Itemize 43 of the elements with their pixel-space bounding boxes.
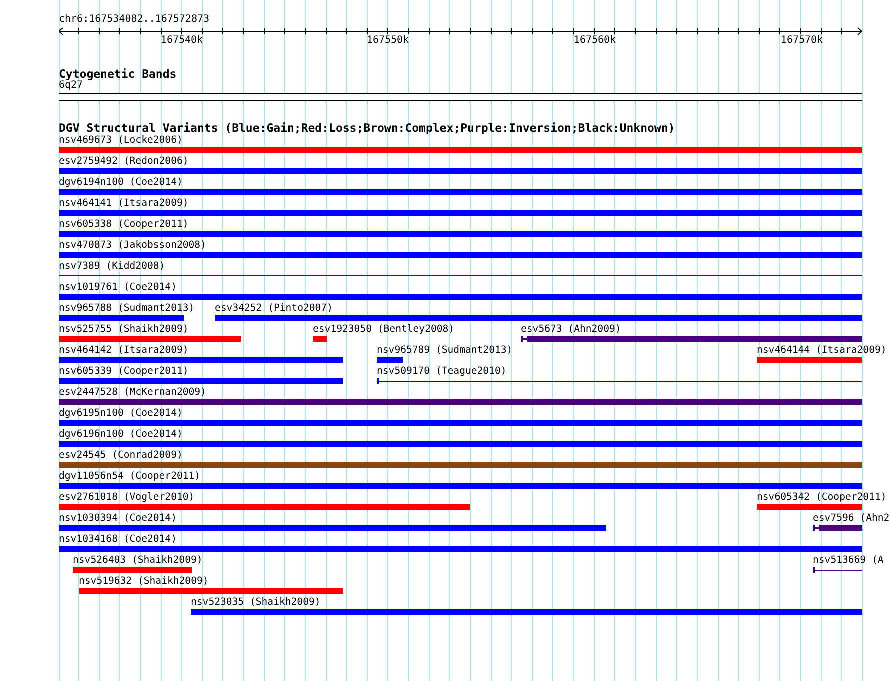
variant-label: nsv513669 (A: [813, 555, 884, 567]
band-label: 6q27: [59, 80, 84, 92]
variant-line[interactable]: [813, 567, 862, 573]
variant-label: nsv965789 (Sudmant2013): [377, 345, 513, 357]
variant-label: nsv523035 (Shaikh2009): [191, 597, 321, 609]
variant-label: esv2447528 (McKernan2009): [59, 387, 206, 399]
ruler-label: 167550k: [366, 35, 410, 47]
ruler-label: 167540k: [160, 35, 204, 47]
variant-label: esv7596 (Ahn2: [813, 513, 890, 525]
variant-label: nsv519632 (Shaikh2009): [79, 576, 209, 588]
variant-label: nsv464142 (Itsara2009): [59, 345, 189, 357]
variant-label: nsv509170 (Teague2010): [377, 366, 507, 378]
variant-label: nsv526403 (Shaikh2009): [73, 555, 203, 567]
variant-label: dgv6195n100 (Coe2014): [59, 408, 183, 420]
variant-label: nsv605339 (Cooper2011): [59, 366, 189, 378]
variant-bar[interactable]: [813, 525, 862, 531]
variant-label: nsv605338 (Cooper2011): [59, 219, 189, 231]
variant-label: nsv7389 (Kidd2008): [59, 261, 166, 273]
ruler-label: 167570k: [780, 35, 824, 47]
position-text: chr6:167534082..167572873: [59, 14, 210, 26]
variant-label: esv5673 (Ahn2009): [521, 324, 622, 336]
variant-label: nsv1034168 (Coe2014): [59, 534, 177, 546]
variant-label: nsv525755 (Shaikh2009): [59, 324, 189, 336]
variant-label: esv34252 (Pinto2007): [215, 303, 333, 315]
variant-label: nsv464141 (Itsara2009): [59, 198, 189, 210]
variant-label: esv2761018 (Vogler2010): [59, 492, 195, 504]
variant-label: nsv464144 (Itsara2009): [757, 345, 887, 357]
variant-label: esv24545 (Conrad2009): [59, 450, 183, 462]
ruler-label: 167560k: [574, 35, 616, 47]
variant-label: nsv469673 (Locke2006): [59, 135, 183, 147]
variant-label: dgv6194n100 (Coe2014): [59, 177, 183, 189]
variant-label: nsv965788 (Sudmant2013): [59, 303, 195, 315]
variant-label: dgv6196n100 (Coe2014): [59, 429, 183, 441]
variant-label: nsv1019761 (Coe2014): [59, 282, 177, 294]
variant-label: esv2759492 (Redon2006): [59, 156, 189, 168]
track-title: DGV Structural Variants (Blue:Gain;Red:Loss;Brown:Complex;Purple:Inversion;Black:Unknown): [59, 122, 676, 134]
variant-label: nsv1030394 (Coe2014): [59, 513, 177, 525]
variant-label: nsv605342 (Cooper2011): [757, 492, 887, 504]
variant-label: esv1923050 (Bentley2008): [313, 324, 455, 336]
track-title: Cytogenetic Bands: [59, 68, 177, 80]
variant-label: dgv11056n54 (Cooper2011): [59, 471, 201, 483]
variant-line[interactable]: [377, 378, 862, 384]
variant-label: nsv470873 (Jakobsson2008): [59, 240, 206, 252]
